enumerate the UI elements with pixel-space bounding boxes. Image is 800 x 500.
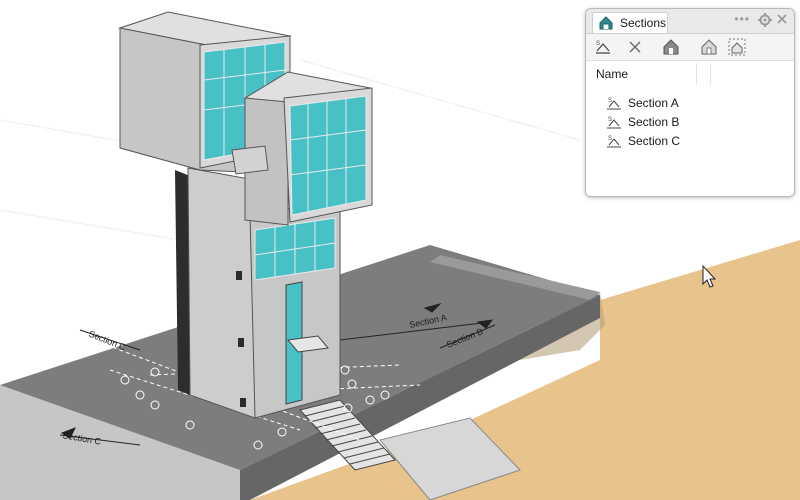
connector-block (231, 145, 269, 175)
list-item-section-b[interactable]: S Section B (606, 113, 786, 131)
delete-icon[interactable] (626, 38, 644, 56)
right-cube-glass (289, 95, 367, 216)
column-header-name[interactable]: Name (596, 67, 628, 81)
svg-text:S: S (608, 98, 612, 104)
close-icon[interactable] (776, 13, 788, 25)
tab-sections-label: Sections (620, 16, 667, 30)
section-item-icon: S (607, 98, 621, 110)
svg-text:S: S (608, 117, 612, 123)
new-section-icon[interactable]: S (594, 38, 612, 56)
more-options-icon[interactable]: ••• (734, 13, 750, 25)
tab-sections[interactable]: Sections (592, 12, 668, 33)
panel-tab-bar: Sections ••• (586, 9, 794, 34)
sections-panel: Sections ••• S Name S Section A S Sectio… (585, 8, 795, 197)
section-item-icon: S (607, 117, 621, 129)
list-item-label: Section B (628, 115, 680, 129)
section-house-outline-icon[interactable] (700, 38, 718, 56)
sections-house-icon (599, 16, 613, 30)
column-separator (696, 63, 697, 85)
panel-toolbar: S (586, 34, 794, 61)
section-house-dashed-icon[interactable] (728, 38, 746, 56)
gear-icon[interactable] (758, 13, 772, 27)
list-item-label: Section C (628, 134, 681, 148)
list-item-section-c[interactable]: S Section C (606, 132, 786, 150)
scene-label-section-c-top: Section C (87, 329, 127, 353)
list-item-label: Section A (628, 96, 679, 110)
section-house-filled-icon[interactable] (662, 38, 680, 56)
column-separator (710, 63, 711, 85)
list-item-section-a[interactable]: S Section A (606, 94, 786, 112)
section-item-icon: S (607, 136, 621, 148)
svg-text:S: S (596, 41, 600, 47)
svg-text:S: S (608, 136, 612, 142)
sections-list: Name S Section A S Section B S Section C (586, 61, 794, 196)
